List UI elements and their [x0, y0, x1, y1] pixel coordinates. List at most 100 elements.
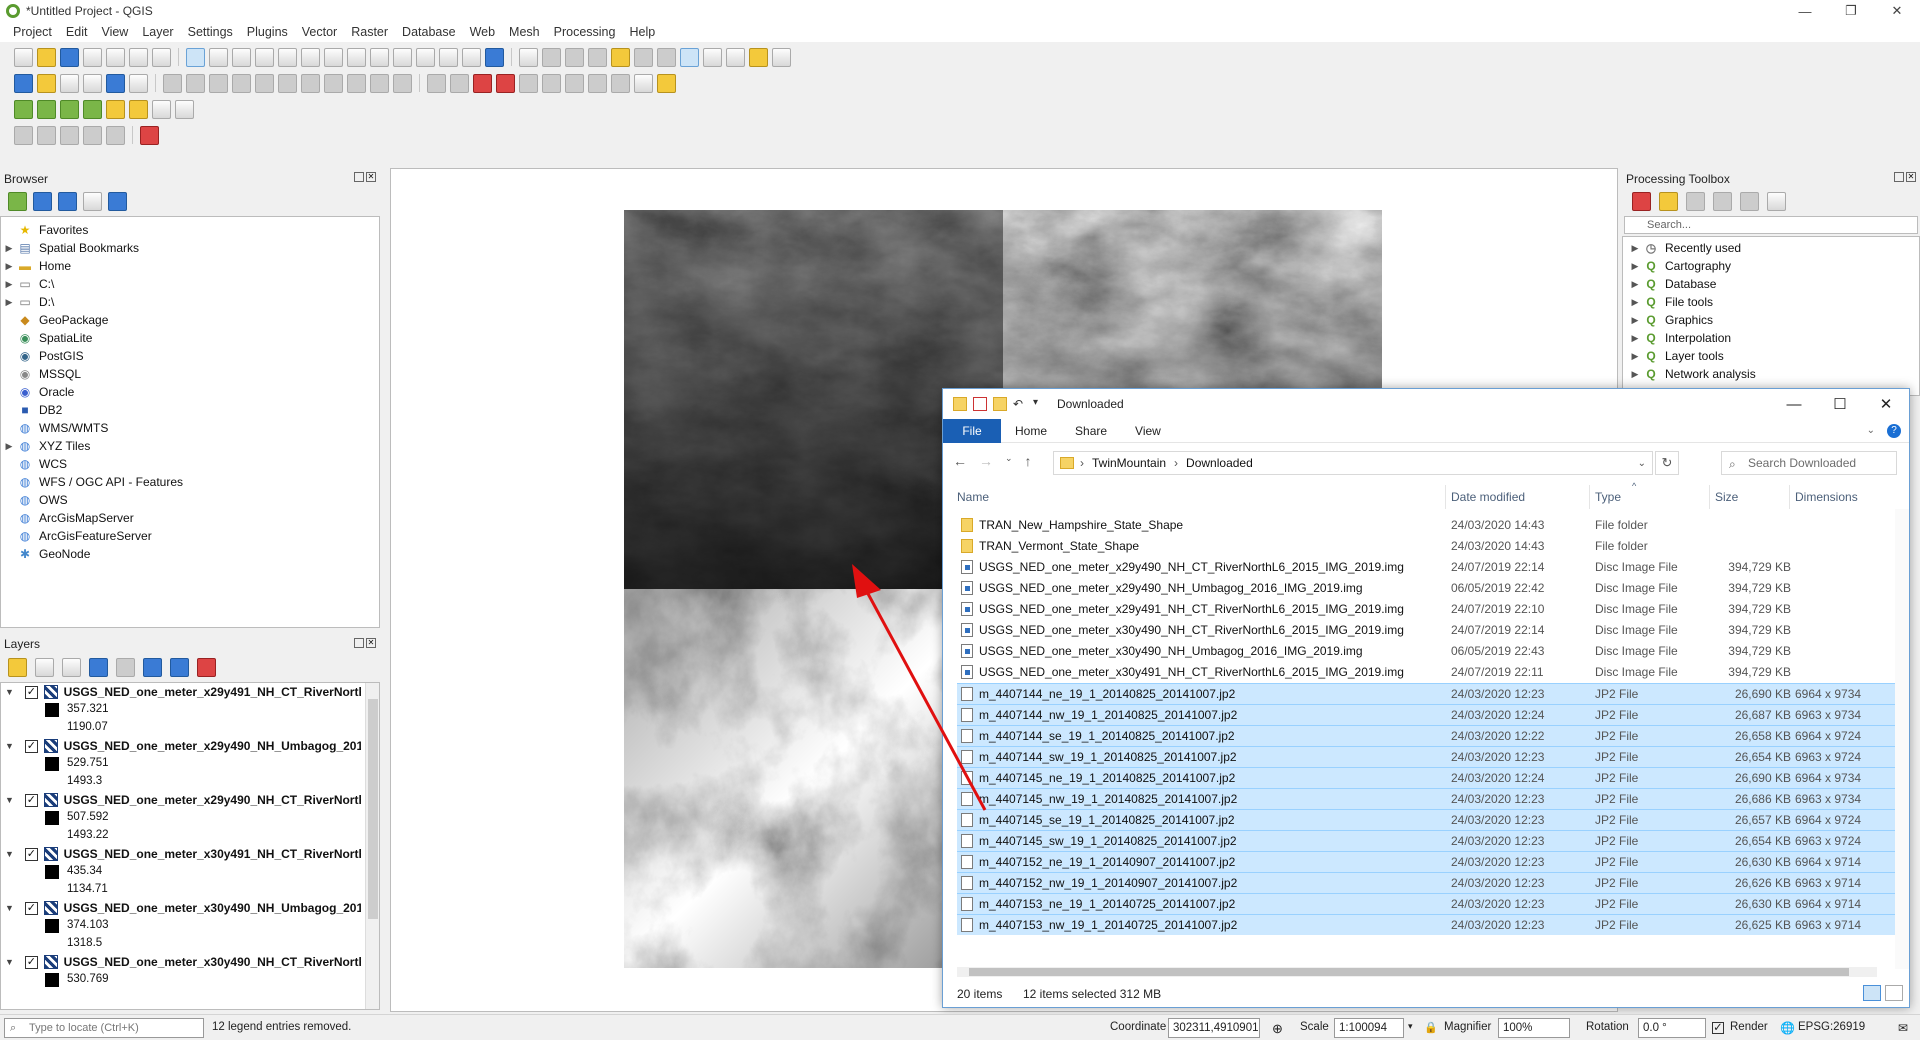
address-dropdown-icon[interactable]: ⌄: [1638, 458, 1646, 469]
menu-edit[interactable]: Edit: [59, 25, 95, 39]
menu-mesh[interactable]: Mesh: [502, 25, 547, 39]
explorer-maximize-button[interactable]: ☐: [1817, 389, 1863, 419]
layer-name[interactable]: USGS_NED_one_meter_x29y491_NH_CT_RiverNo…: [64, 685, 361, 699]
layer-name[interactable]: USGS_NED_one_meter_x29y490_NH_CT_RiverNo…: [64, 793, 361, 807]
menu-web[interactable]: Web: [463, 25, 502, 39]
expand-arrow-icon[interactable]: ▶: [1, 297, 17, 308]
menu-processing[interactable]: Processing: [547, 25, 623, 39]
layer-name[interactable]: USGS_NED_one_meter_x29y490_NH_Umbagog_20…: [64, 739, 361, 753]
new-folder-icon[interactable]: [993, 397, 1007, 411]
layer-item[interactable]: ▼ ✓ USGS_NED_one_meter_x30y490_NH_Umbagog_…: [1, 899, 379, 953]
expand-arrow-icon[interactable]: ▶: [1627, 243, 1643, 254]
lock-scale-icon[interactable]: 🔒: [1424, 1021, 1438, 1034]
magnifier-field[interactable]: 100%: [1498, 1018, 1570, 1038]
info-icon[interactable]: [108, 192, 127, 211]
expand-arrow-icon[interactable]: ▶: [1, 279, 17, 290]
label-pin-icon[interactable]: [450, 73, 469, 93]
file-list-hscroll[interactable]: [957, 967, 1877, 977]
filter-expression-icon[interactable]: [116, 658, 135, 677]
expand-arrow-icon[interactable]: ▶: [1627, 333, 1643, 344]
layer-visibility-checkbox[interactable]: ✓: [24, 685, 38, 699]
options-icon[interactable]: [1767, 192, 1786, 211]
file-row[interactable]: USGS_NED_one_meter_x30y491_NH_CT_RiverNo…: [957, 662, 1897, 683]
open-project-icon[interactable]: [37, 47, 56, 67]
expand-arrow-icon[interactable]: ▶: [1627, 297, 1643, 308]
column-date-modified[interactable]: Date modified: [1451, 490, 1525, 504]
layer-visibility-checkbox[interactable]: ✓: [24, 739, 38, 753]
new-geopackage-layer-icon[interactable]: [37, 73, 56, 93]
expand-arrow-icon[interactable]: ▶: [1, 261, 17, 272]
menu-raster[interactable]: Raster: [344, 25, 395, 39]
label-move-icon[interactable]: [519, 73, 538, 93]
tab-view[interactable]: View: [1121, 419, 1175, 443]
column-size[interactable]: Size: [1715, 490, 1738, 504]
details-view-icon[interactable]: [1863, 985, 1881, 1001]
diagram-pin-icon[interactable]: [611, 73, 630, 93]
models-icon[interactable]: [1632, 192, 1651, 211]
select-by-value-icon[interactable]: [588, 47, 607, 67]
layer-styling-icon[interactable]: [8, 658, 27, 677]
messages-icon[interactable]: ✉: [1898, 1021, 1908, 1035]
statistical-summary-icon[interactable]: [703, 47, 722, 67]
help-icon[interactable]: ?: [1887, 423, 1901, 438]
file-row[interactable]: m_4407153_ne_19_1_20140725_20141007.jp2 2…: [957, 893, 1897, 914]
redo-icon[interactable]: [393, 73, 412, 93]
expand-arrow-icon[interactable]: ▶: [1, 243, 17, 254]
manage-map-themes-icon[interactable]: [62, 658, 81, 677]
browser-item[interactable]: ◍ ArcGisFeatureServer: [1, 527, 379, 545]
chevron-down-icon[interactable]: ▾: [1033, 397, 1047, 411]
expand-ribbon-icon[interactable]: ⌄: [1867, 425, 1875, 436]
add-polygon-icon[interactable]: [83, 125, 102, 145]
zoom-full-icon[interactable]: [278, 47, 297, 67]
expand-all-icon[interactable]: [143, 658, 162, 677]
file-row[interactable]: m_4407145_nw_19_1_20140825_20141007.jp2 2…: [957, 788, 1897, 809]
histogram-stretch-icon[interactable]: [37, 99, 56, 119]
layer-visibility-checkbox[interactable]: ✓: [24, 901, 38, 915]
file-list-vscroll[interactable]: [1895, 509, 1909, 969]
browser-item[interactable]: ▶ ▭ D:\: [1, 293, 379, 311]
column-dimensions[interactable]: Dimensions: [1795, 490, 1858, 504]
minimize-button[interactable]: —: [1782, 0, 1828, 22]
menu-project[interactable]: Project: [6, 25, 59, 39]
expand-arrow-icon[interactable]: ▶: [1627, 369, 1643, 380]
layer-name[interactable]: USGS_NED_one_meter_x30y490_NH_CT_RiverNo…: [64, 955, 361, 969]
close-panel-icon[interactable]: ✕: [1906, 172, 1916, 182]
toolbox-search-input[interactable]: Search...: [1624, 216, 1918, 234]
toggle-editing-icon[interactable]: [186, 73, 205, 93]
python-console-icon[interactable]: [657, 73, 676, 93]
toolbox-group[interactable]: ▶ Q Database: [1623, 275, 1919, 293]
file-row[interactable]: m_4407144_sw_19_1_20140825_20141007.jp2 2…: [957, 746, 1897, 767]
layer-item[interactable]: ▼ ✓ USGS_NED_one_meter_x30y490_NH_CT_River…: [1, 953, 379, 1007]
expand-arrow-icon[interactable]: ▶: [1627, 279, 1643, 290]
file-row[interactable]: USGS_NED_one_meter_x29y490_NH_CT_RiverNo…: [957, 557, 1897, 578]
paste-features-icon[interactable]: [347, 73, 366, 93]
layer-item[interactable]: ▼ ✓ USGS_NED_one_meter_x29y490_NH_CT_River…: [1, 791, 379, 845]
close-panel-icon[interactable]: ✕: [366, 172, 376, 182]
save-edits-icon[interactable]: [209, 73, 228, 93]
filter-legend-icon[interactable]: [89, 658, 108, 677]
style-manager-icon[interactable]: [152, 47, 171, 67]
scale-dropdown-icon[interactable]: ▾: [1408, 1021, 1413, 1032]
coordinate-field[interactable]: 302311,4910901: [1168, 1018, 1260, 1038]
history-icon[interactable]: [1686, 192, 1705, 211]
collapse-arrow-icon[interactable]: ▼: [5, 795, 19, 805]
save-project-icon[interactable]: [60, 47, 79, 67]
layers-scrollbar[interactable]: [365, 683, 379, 1009]
edit-features-in-place-icon[interactable]: [1740, 192, 1759, 211]
select-features-icon[interactable]: [565, 47, 584, 67]
brightness-icon[interactable]: [106, 99, 125, 119]
menu-view[interactable]: View: [94, 25, 135, 39]
render-checkbox[interactable]: ✓: [1712, 1022, 1724, 1034]
column-divider[interactable]: [1789, 485, 1790, 509]
contrast-down-icon[interactable]: [175, 99, 194, 119]
browser-item[interactable]: ★ Favorites: [1, 221, 379, 239]
collapse-arrow-icon[interactable]: ▼: [5, 957, 19, 967]
file-row[interactable]: m_4407153_nw_19_1_20140725_20141007.jp2 2…: [957, 914, 1897, 935]
browser-item[interactable]: ▶ ▬ Home: [1, 257, 379, 275]
file-row[interactable]: USGS_NED_one_meter_x29y490_NH_Umbagog_20…: [957, 578, 1897, 599]
attribute-table-icon[interactable]: [634, 47, 653, 67]
zoom-in-icon[interactable]: [232, 47, 251, 67]
layout-manager-icon[interactable]: [129, 47, 148, 67]
toolbox-group[interactable]: ▶ Q Cartography: [1623, 257, 1919, 275]
float-icon[interactable]: [1894, 172, 1904, 182]
